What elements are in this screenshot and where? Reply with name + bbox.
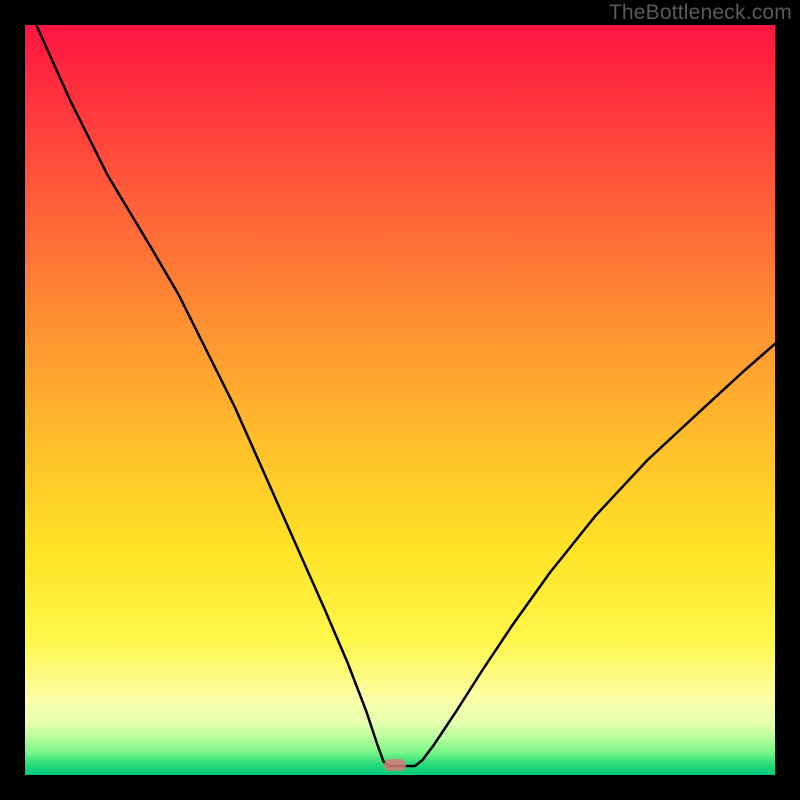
optimal-marker (384, 759, 406, 771)
plot-area (25, 25, 775, 775)
watermark-text: TheBottleneck.com (609, 1, 792, 25)
chart-frame: TheBottleneck.com (0, 0, 800, 800)
bottleneck-curve (25, 25, 775, 775)
